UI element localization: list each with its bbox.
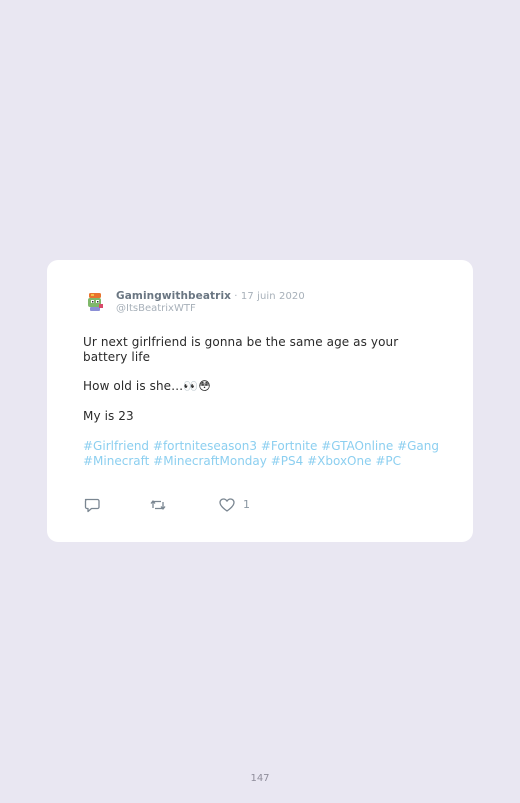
hashtag-link[interactable]: #Minecraft — [83, 454, 149, 468]
avatar-icon — [88, 293, 103, 311]
hashtag-link[interactable]: #MinecraftMonday — [153, 454, 267, 468]
hashtag-link[interactable]: #GTAOnline — [321, 439, 393, 453]
reply-icon — [84, 498, 100, 513]
heart-icon — [219, 498, 235, 512]
tweet-date[interactable]: 17 juin 2020 — [241, 291, 305, 302]
like-button[interactable] — [218, 496, 236, 514]
tweet-text-line-3: My is 23 — [83, 409, 134, 423]
tweet-actions: 1 — [83, 496, 283, 516]
author-handle[interactable]: @ItsBeatrixWTF — [116, 303, 196, 314]
reply-button[interactable] — [83, 496, 101, 514]
hashtag-link[interactable]: #fortniteseason3 — [153, 439, 257, 453]
hashtag-link[interactable]: #PS4 — [271, 454, 304, 468]
author-name[interactable]: Gamingwithbeatrix — [116, 290, 231, 302]
retweet-button[interactable] — [149, 496, 167, 514]
author-row: Gamingwithbeatrix · 17 juin 2020 — [116, 290, 305, 302]
avatar[interactable] — [84, 290, 108, 314]
hashtag-link[interactable]: #Gang — [397, 439, 439, 453]
page-number: 147 — [250, 773, 270, 784]
tweet-card: Gamingwithbeatrix · 17 juin 2020 @ItsBea… — [47, 260, 473, 542]
hashtag-link[interactable]: #XboxOne — [307, 454, 371, 468]
hashtag-link[interactable]: #Fortnite — [261, 439, 318, 453]
retweet-icon — [150, 500, 166, 510]
hashtag-link[interactable]: #PC — [375, 454, 401, 468]
tweet-text-line-2: How old is she…👀😳 — [83, 379, 211, 393]
hashtag-link[interactable]: #Girlfriend — [83, 439, 149, 453]
hashtag-list: #Girlfriend #fortniteseason3 #Fortnite #… — [83, 439, 453, 469]
tweet-text-line-1: Ur next girlfriend is gonna be the same … — [83, 335, 399, 364]
date-separator: · — [231, 291, 241, 302]
like-count: 1 — [243, 498, 250, 511]
